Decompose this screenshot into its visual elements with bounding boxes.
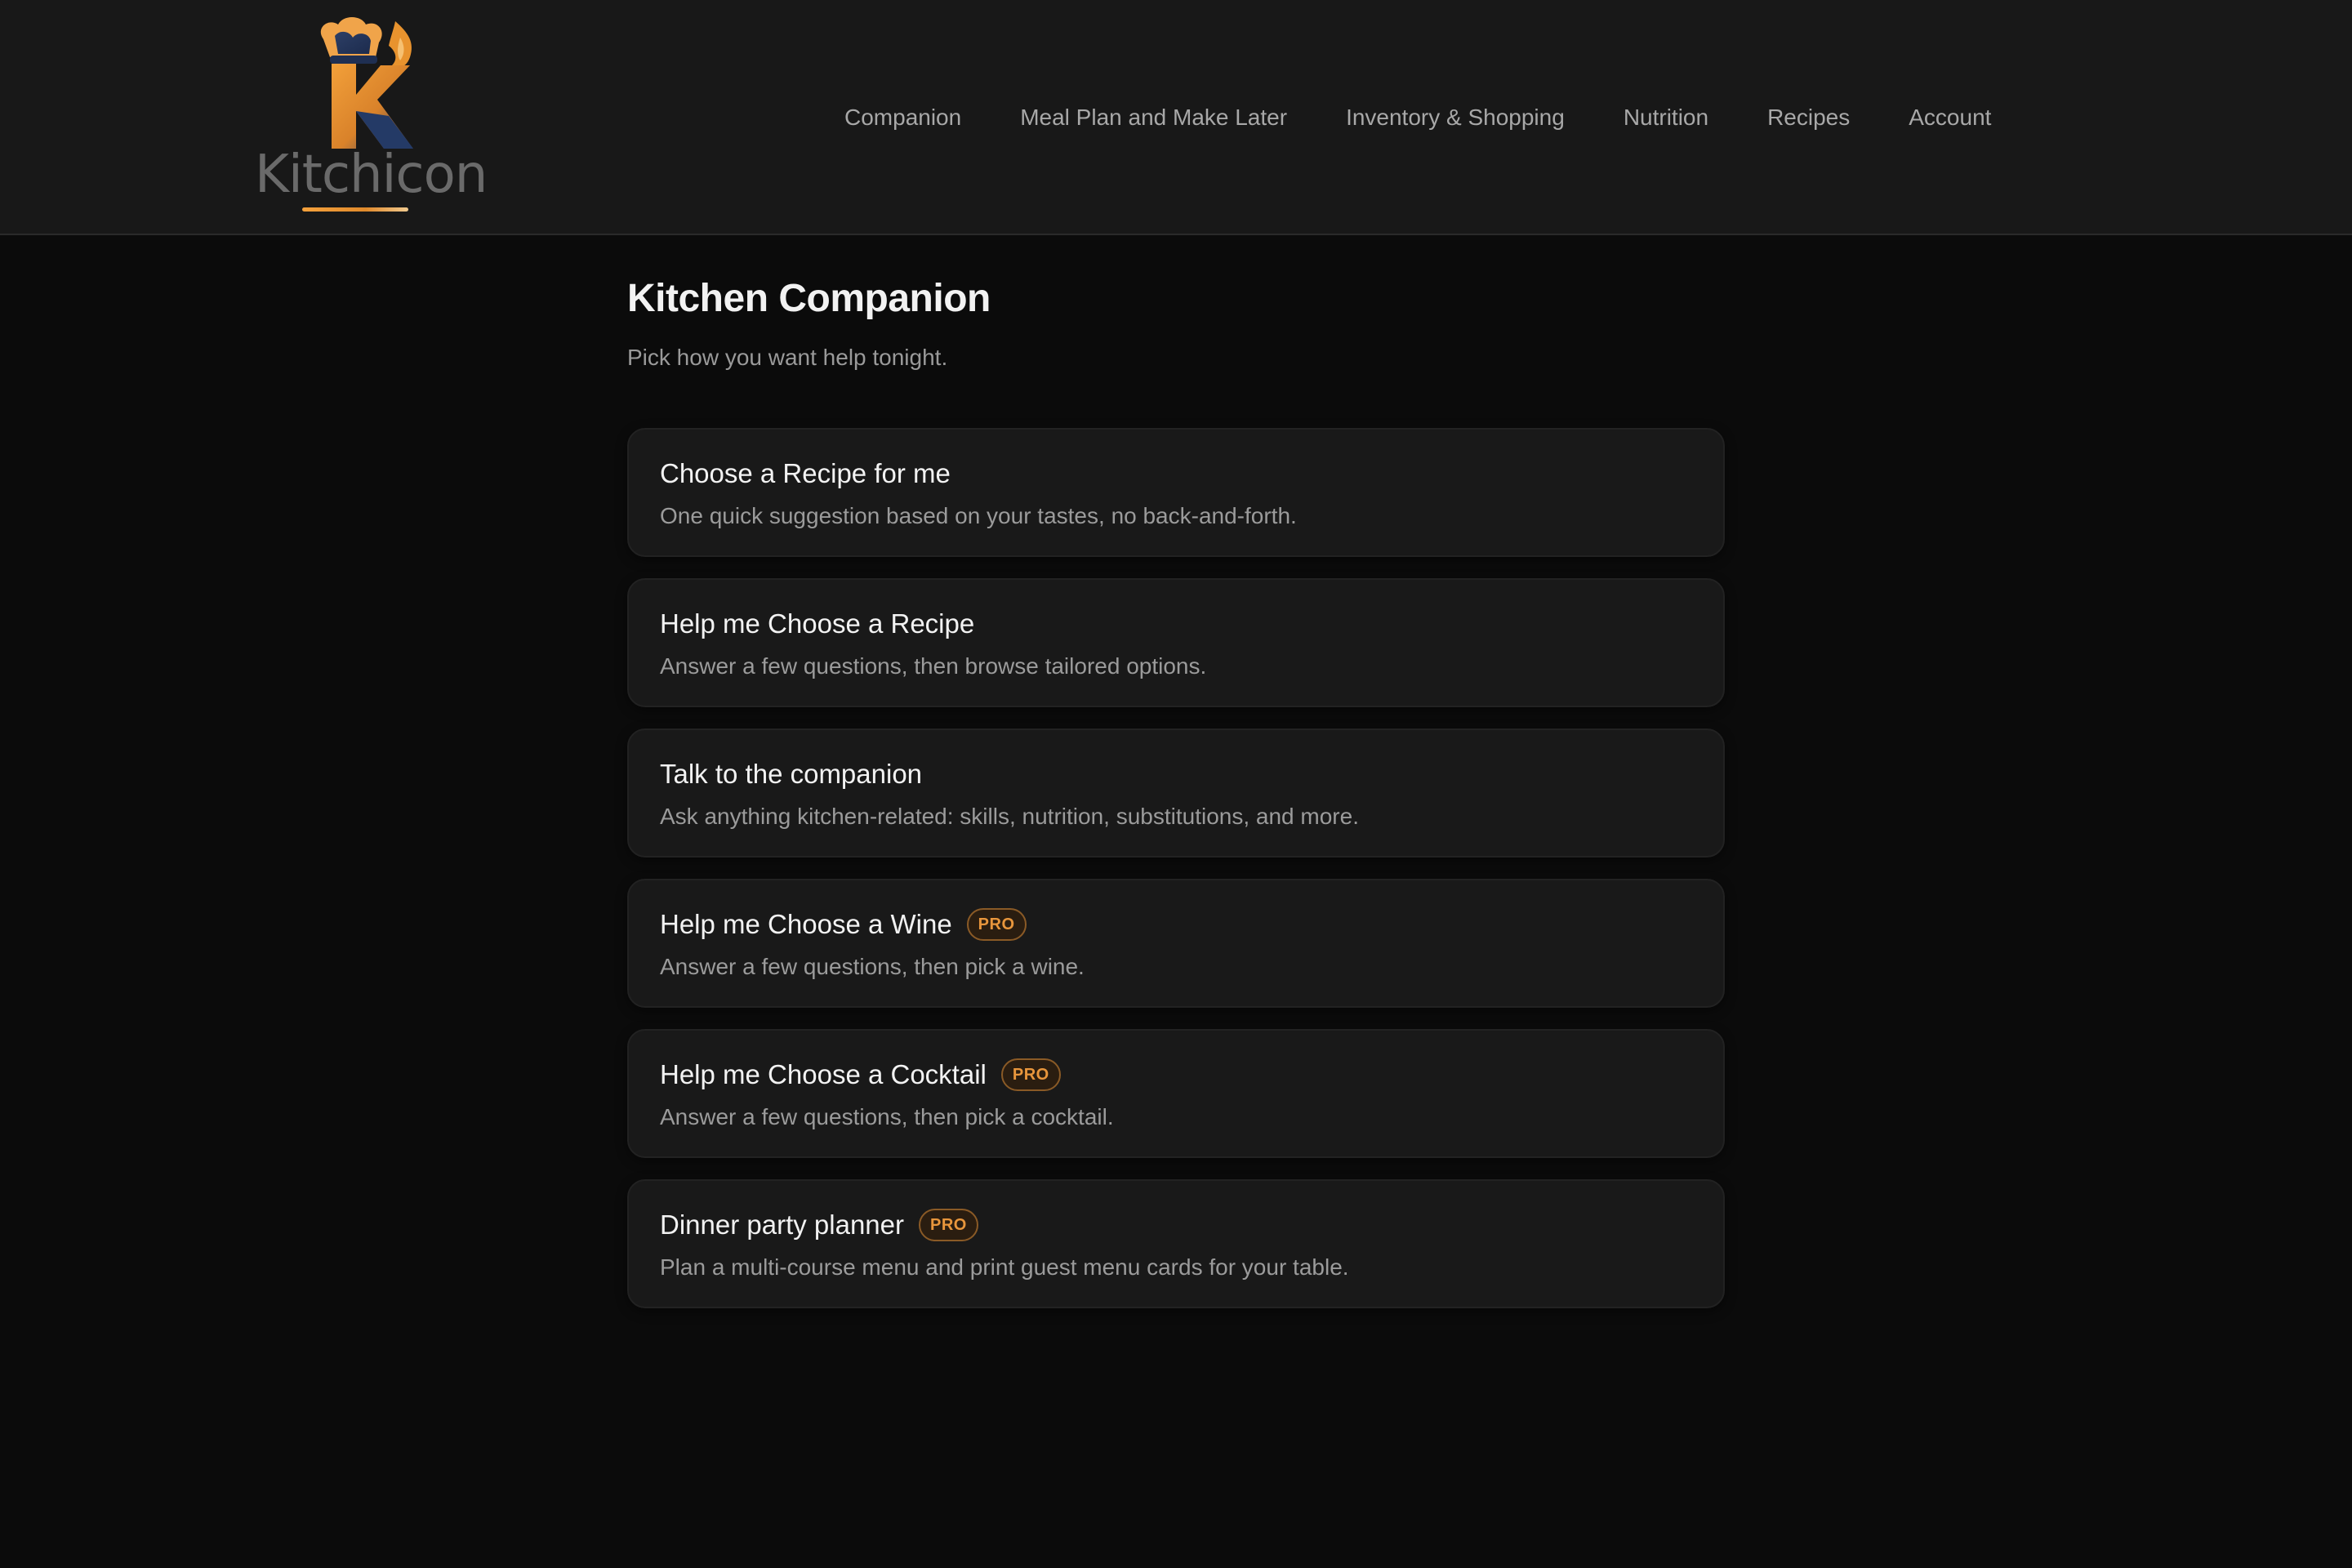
option-title: Help me Choose a Recipe	[660, 608, 975, 639]
companion-option-list: Choose a Recipe for me One quick suggest…	[627, 428, 1725, 1308]
option-description: Answer a few questions, then browse tail…	[660, 653, 1207, 679]
option-description: One quick suggestion based on your taste…	[660, 503, 1297, 528]
nav-item-nutrition[interactable]: Nutrition	[1624, 96, 1708, 139]
brand-underline	[302, 207, 408, 212]
option-description: Answer a few questions, then pick a cock…	[660, 1104, 1114, 1129]
nav-item-companion[interactable]: Companion	[844, 96, 961, 139]
nav-item-meal-plan[interactable]: Meal Plan and Make Later	[1020, 96, 1287, 139]
brand-name: Kitchicon	[255, 145, 488, 205]
option-title: Choose a Recipe for me	[660, 458, 951, 488]
nav-item-account[interactable]: Account	[1909, 96, 1991, 139]
option-card-dinner-party-planner[interactable]: Dinner party planner PRO Plan a multi-co…	[627, 1179, 1725, 1308]
page-subtitle: Pick how you want help tonight.	[627, 345, 948, 370]
brand-logo[interactable]: Kitchicon	[255, 15, 488, 219]
option-title-row: Dinner party planner PRO	[660, 1207, 1692, 1243]
pro-badge: PRO	[1000, 1058, 1061, 1091]
companion-page: Kitchen Companion Pick how you want help…	[627, 274, 1725, 1308]
pro-badge: PRO	[919, 1209, 978, 1241]
nav-item-recipes[interactable]: Recipes	[1767, 96, 1850, 139]
option-title: Help me Choose a Cocktail	[660, 1059, 987, 1089]
option-title: Dinner party planner	[660, 1209, 904, 1240]
option-description: Plan a multi-course menu and print guest…	[660, 1254, 1349, 1280]
option-card-help-choose-wine[interactable]: Help me Choose a Wine PRO Answer a few q…	[627, 879, 1725, 1008]
pro-badge: PRO	[966, 908, 1027, 941]
option-card-help-choose-recipe[interactable]: Help me Choose a Recipe Answer a few que…	[627, 578, 1725, 707]
option-title: Help me Choose a Wine	[660, 909, 952, 939]
option-card-help-choose-cocktail[interactable]: Help me Choose a Cocktail PRO Answer a f…	[627, 1029, 1725, 1158]
option-title-row: Choose a Recipe for me	[660, 456, 1692, 492]
option-card-choose-recipe-for-me[interactable]: Choose a Recipe for me One quick suggest…	[627, 428, 1725, 557]
chef-k-logo-icon	[320, 17, 413, 149]
option-title: Talk to the companion	[660, 759, 923, 789]
main-nav: Companion Meal Plan and Make Later Inven…	[844, 96, 1991, 139]
page-title: Kitchen Companion	[627, 277, 991, 320]
option-title-row: Help me Choose a Cocktail PRO	[660, 1057, 1692, 1093]
option-description: Answer a few questions, then pick a wine…	[660, 954, 1085, 979]
site-header: Kitchicon Companion Meal Plan and Make L…	[0, 0, 2352, 235]
option-title-row: Help me Choose a Wine PRO	[660, 906, 1692, 942]
option-title-row: Talk to the companion	[660, 756, 1692, 792]
nav-item-inventory-shopping[interactable]: Inventory & Shopping	[1346, 96, 1565, 139]
option-title-row: Help me Choose a Recipe	[660, 606, 1692, 642]
option-description: Ask anything kitchen-related: skills, nu…	[660, 804, 1359, 829]
option-card-talk-to-companion[interactable]: Talk to the companion Ask anything kitch…	[627, 728, 1725, 858]
